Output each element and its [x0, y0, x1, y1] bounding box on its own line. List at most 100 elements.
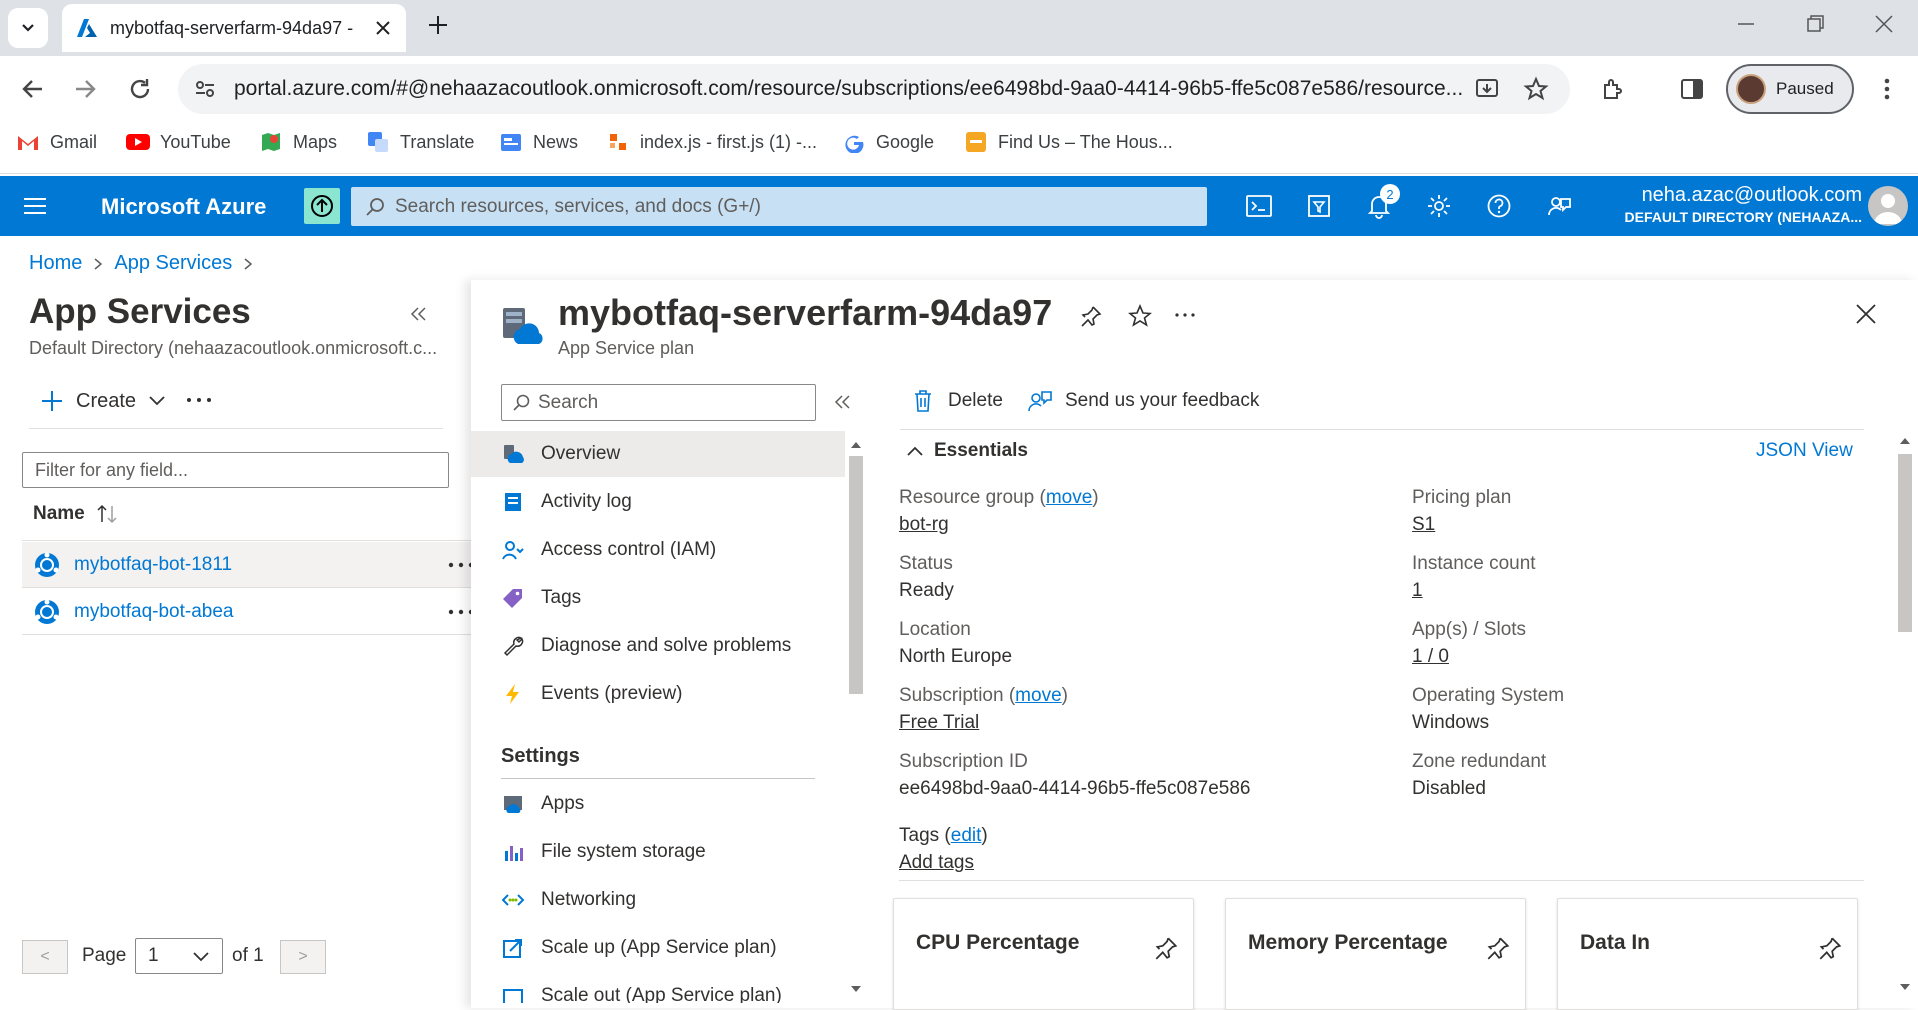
menu-item-file-storage[interactable]: File system storage	[471, 829, 845, 875]
directory-filter-button[interactable]	[1303, 190, 1335, 222]
browser-menu-icon[interactable]	[1874, 76, 1900, 102]
reload-icon[interactable]	[127, 76, 153, 102]
data-in-card[interactable]: Data In	[1557, 898, 1858, 1010]
back-icon[interactable]	[20, 76, 46, 102]
bookmark-google[interactable]: Google	[842, 130, 934, 154]
json-view-link[interactable]: JSON View	[1756, 440, 1853, 462]
next-page-button[interactable]: >	[280, 940, 326, 974]
more-options-icon[interactable]	[1174, 311, 1196, 319]
extensions-icon[interactable]	[1600, 76, 1626, 102]
breadcrumb-app-services[interactable]: App Services	[114, 252, 232, 275]
side-panel-icon[interactable]	[1679, 76, 1705, 102]
resource-group-value[interactable]: bot-rg	[899, 514, 949, 536]
essentials-toggle[interactable]: Essentials	[906, 440, 1028, 462]
bookmark-index-js[interactable]: index.js - first.js (1) -...	[606, 130, 817, 154]
feedback-button[interactable]	[1543, 190, 1575, 222]
tab-search-button[interactable]	[8, 8, 48, 48]
scrollbar-thumb[interactable]	[1898, 454, 1912, 632]
pin-icon[interactable]	[1817, 935, 1843, 961]
bookmark-news[interactable]: News	[499, 130, 578, 154]
add-tags-link[interactable]: Add tags	[899, 852, 974, 874]
bookmark-star-icon[interactable]	[1523, 76, 1549, 102]
minimize-icon[interactable]	[1736, 14, 1756, 34]
content-scrollbar[interactable]	[1894, 432, 1916, 1000]
menu-item-networking[interactable]: Networking	[471, 877, 845, 923]
bookmark-label: Maps	[293, 131, 338, 152]
menu-item-events[interactable]: Events (preview)	[471, 671, 845, 717]
cpu-percentage-card[interactable]: CPU Percentage	[893, 898, 1194, 1010]
azure-brand[interactable]: Microsoft Azure	[101, 194, 266, 220]
menu-item-diagnose[interactable]: Diagnose and solve problems	[471, 623, 845, 669]
install-app-icon[interactable]	[1474, 76, 1500, 102]
menu-scrollbar[interactable]	[846, 436, 866, 1000]
menu-search-input[interactable]: Search	[501, 384, 816, 421]
bookmark-maps[interactable]: Maps	[259, 130, 337, 154]
favorite-star-icon[interactable]	[1128, 304, 1152, 328]
browser-tab[interactable]: mybotfaq-serverfarm-94da97 -	[62, 4, 406, 52]
pin-icon[interactable]	[1079, 304, 1103, 328]
instance-count-value[interactable]: 1	[1412, 580, 1423, 602]
url-text[interactable]: portal.azure.com/#@nehaazacoutlook.onmic…	[234, 77, 1474, 101]
cloud-shell-button[interactable]	[1243, 190, 1275, 222]
bookmark-gmail[interactable]: Gmail	[16, 130, 97, 154]
sort-icon	[97, 504, 117, 524]
filter-input[interactable]: Filter for any field...	[22, 452, 449, 488]
new-tab-icon[interactable]	[426, 13, 450, 37]
subscription-value[interactable]: Free Trial	[899, 712, 979, 734]
list-item[interactable]: mybotfaq-bot-abea	[22, 589, 474, 635]
azure-logo-icon	[77, 19, 97, 37]
apps-slots-value[interactable]: 1 / 0	[1412, 646, 1449, 668]
scroll-up-icon[interactable]	[851, 440, 861, 448]
list-item-name[interactable]: mybotfaq-bot-abea	[74, 601, 234, 623]
feedback-link-button[interactable]: Send us your feedback	[1027, 389, 1259, 413]
memory-percentage-card[interactable]: Memory Percentage	[1225, 898, 1526, 1010]
create-button[interactable]: Create	[40, 389, 166, 413]
bookmark-youtube[interactable]: YouTube	[126, 130, 231, 154]
scroll-down-icon[interactable]	[1900, 984, 1910, 992]
profile-button[interactable]: Paused	[1726, 64, 1854, 114]
upgrade-button[interactable]	[304, 188, 340, 224]
menu-item-iam[interactable]: Access control (IAM)	[471, 527, 845, 573]
site-info-icon[interactable]	[193, 77, 217, 101]
settings-button[interactable]	[1423, 190, 1455, 222]
bookmark-find-us[interactable]: Find Us – The Hous...	[964, 130, 1173, 154]
menu-item-scale-out[interactable]: Scale out (App Service plan)	[471, 973, 845, 1003]
pin-icon[interactable]	[1153, 935, 1179, 961]
breadcrumb-home[interactable]: Home	[29, 252, 82, 275]
scrollbar-thumb[interactable]	[849, 456, 863, 694]
more-options-icon[interactable]	[186, 396, 212, 404]
collapse-menu-icon[interactable]	[834, 394, 852, 410]
help-button[interactable]	[1483, 190, 1515, 222]
list-item-name[interactable]: mybotfaq-bot-1811	[74, 554, 232, 576]
azure-search-input[interactable]: Search resources, services, and docs (G+…	[351, 187, 1207, 226]
restore-icon[interactable]	[1805, 14, 1825, 34]
menu-item-tags[interactable]: Tags	[471, 575, 845, 621]
account-menu[interactable]: neha.azac@outlook.com DEFAULT DIRECTORY …	[1625, 184, 1863, 225]
scroll-down-icon[interactable]	[851, 986, 861, 994]
previous-page-button[interactable]: <	[22, 940, 68, 974]
scale-up-icon	[501, 936, 525, 960]
menu-item-scale-up[interactable]: Scale up (App Service plan)	[471, 925, 845, 971]
menu-item-apps[interactable]: Apps	[471, 781, 845, 827]
move-resource-group-link[interactable]: move	[1046, 487, 1092, 508]
bookmark-translate[interactable]: Translate	[366, 130, 474, 154]
collapse-panel-icon[interactable]	[409, 306, 429, 322]
window-close-icon[interactable]	[1874, 14, 1894, 34]
pin-icon[interactable]	[1485, 935, 1511, 961]
edit-tags-link[interactable]: edit	[951, 825, 982, 846]
name-column-header[interactable]: Name	[33, 503, 119, 525]
scroll-up-icon[interactable]	[1900, 436, 1910, 444]
page-select[interactable]: 1	[135, 938, 223, 974]
close-tab-icon[interactable]	[374, 19, 392, 37]
forward-icon[interactable]	[72, 76, 98, 102]
hamburger-menu-icon[interactable]	[22, 194, 48, 218]
close-icon[interactable]	[1855, 303, 1877, 325]
menu-item-overview[interactable]: Overview	[471, 431, 845, 477]
pricing-plan-value[interactable]: S1	[1412, 514, 1435, 536]
menu-item-activity-log[interactable]: Activity log	[471, 479, 845, 525]
delete-button[interactable]: Delete	[912, 389, 1003, 413]
address-bar[interactable]: portal.azure.com/#@nehaazacoutlook.onmic…	[178, 64, 1570, 114]
user-avatar[interactable]	[1868, 186, 1908, 226]
list-item[interactable]: mybotfaq-bot-1811	[22, 542, 474, 588]
move-subscription-link[interactable]: move	[1015, 685, 1061, 706]
